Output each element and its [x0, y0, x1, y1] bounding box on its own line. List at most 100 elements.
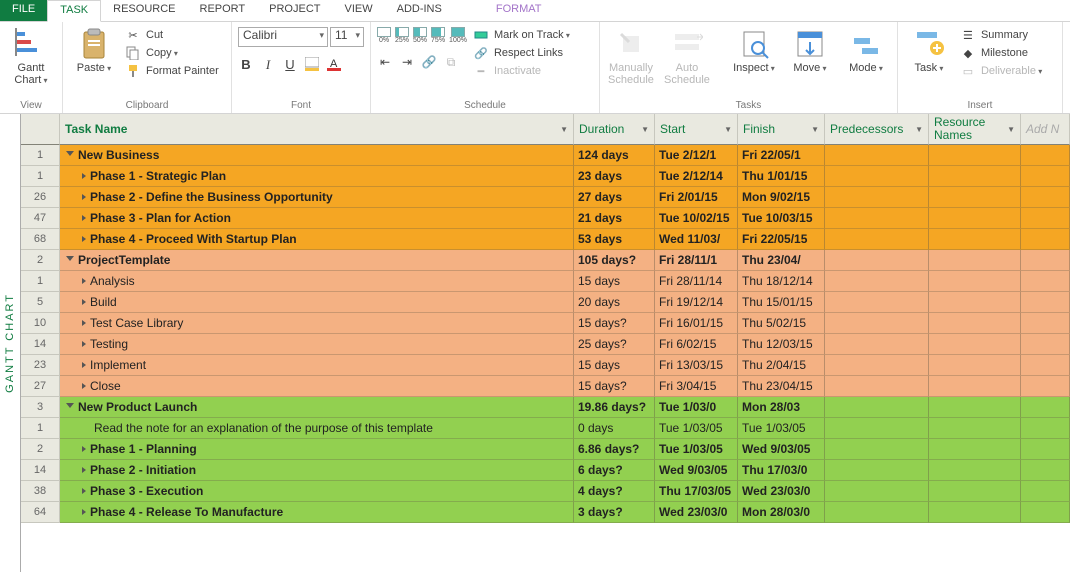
extra-cell[interactable] [1021, 166, 1070, 187]
fill-color-button[interactable] [304, 57, 320, 74]
finish-cell[interactable]: Thu 18/12/14 [738, 271, 825, 292]
font-name-select[interactable]: Calibri [238, 27, 328, 47]
resource-cell[interactable] [929, 229, 1021, 250]
resource-cell[interactable] [929, 502, 1021, 523]
finish-cell[interactable]: Thu 12/03/15 [738, 334, 825, 355]
resource-cell[interactable] [929, 166, 1021, 187]
duration-cell[interactable]: 6 days? [574, 460, 655, 481]
start-cell[interactable]: Tue 1/03/05 [655, 418, 738, 439]
expand-icon[interactable] [82, 362, 86, 368]
tab-file[interactable]: FILE [0, 0, 47, 21]
tab-task[interactable]: TASK [47, 0, 101, 22]
resource-cell[interactable] [929, 460, 1021, 481]
deliverable-button[interactable]: ▭Deliverable [960, 63, 1056, 79]
extra-cell[interactable] [1021, 334, 1070, 355]
table-row[interactable]: 23Implement15 daysFri 13/03/15Thu 2/04/1… [21, 355, 1070, 376]
start-cell[interactable]: Fri 28/11/14 [655, 271, 738, 292]
task-name-cell[interactable]: Phase 1 - Planning [60, 439, 574, 460]
table-row[interactable]: 3New Product Launch19.86 days?Tue 1/03/0… [21, 397, 1070, 418]
milestone-button[interactable]: ◆Milestone [960, 45, 1056, 61]
predecessors-cell[interactable] [825, 271, 929, 292]
extra-cell[interactable] [1021, 481, 1070, 502]
predecessors-cell[interactable] [825, 355, 929, 376]
predecessors-cell[interactable] [825, 208, 929, 229]
table-row[interactable]: 1New Business124 daysTue 2/12/1Fri 22/05… [21, 145, 1070, 166]
percent-0-button[interactable]: 0% [377, 27, 391, 44]
predecessors-cell[interactable] [825, 397, 929, 418]
resource-cell[interactable] [929, 292, 1021, 313]
predecessors-cell[interactable] [825, 292, 929, 313]
task-name-cell[interactable]: Phase 4 - Release To Manufacture [60, 502, 574, 523]
table-row[interactable]: 38Phase 3 - Execution4 days?Thu 17/03/05… [21, 481, 1070, 502]
row-number[interactable]: 27 [21, 376, 60, 397]
row-number[interactable]: 1 [21, 166, 60, 187]
duration-cell[interactable]: 15 days [574, 271, 655, 292]
insert-task-button[interactable]: Task [904, 24, 954, 74]
resource-cell[interactable] [929, 187, 1021, 208]
start-cell[interactable]: Thu 17/03/05 [655, 481, 738, 502]
manually-schedule-button[interactable]: Manually Schedule [606, 24, 656, 86]
task-name-cell[interactable]: Test Case Library [60, 313, 574, 334]
start-cell[interactable]: Tue 10/02/15 [655, 208, 738, 229]
duration-cell[interactable]: 21 days [574, 208, 655, 229]
task-name-cell[interactable]: Phase 3 - Execution [60, 481, 574, 502]
move-button[interactable]: Move [785, 24, 835, 74]
extra-cell[interactable] [1021, 313, 1070, 334]
underline-button[interactable]: U [282, 57, 298, 74]
row-number[interactable]: 10 [21, 313, 60, 334]
task-name-cell[interactable]: Phase 1 - Strategic Plan [60, 166, 574, 187]
finish-cell[interactable]: Tue 1/03/05 [738, 418, 825, 439]
task-name-cell[interactable]: Phase 4 - Proceed With Startup Plan [60, 229, 574, 250]
expand-icon[interactable] [82, 236, 86, 242]
row-number[interactable]: 1 [21, 145, 60, 166]
duration-cell[interactable]: 53 days [574, 229, 655, 250]
duration-cell[interactable]: 15 days [574, 355, 655, 376]
extra-cell[interactable] [1021, 502, 1070, 523]
mode-button[interactable]: Mode [841, 24, 891, 74]
expand-icon[interactable] [82, 278, 86, 284]
extra-cell[interactable] [1021, 250, 1070, 271]
format-painter-button[interactable]: Format Painter [125, 63, 225, 79]
gantt-chart-button[interactable]: Gantt Chart [6, 24, 56, 86]
respect-links-button[interactable]: 🔗Respect Links [473, 45, 593, 61]
finish-cell[interactable]: Thu 15/01/15 [738, 292, 825, 313]
finish-cell[interactable]: Thu 17/03/0 [738, 460, 825, 481]
indent-icon[interactable]: ⇥ [399, 54, 415, 70]
extra-cell[interactable] [1021, 229, 1070, 250]
extra-cell[interactable] [1021, 292, 1070, 313]
duration-cell[interactable]: 15 days? [574, 313, 655, 334]
duration-cell[interactable]: 3 days? [574, 502, 655, 523]
predecessors-cell[interactable] [825, 439, 929, 460]
table-row[interactable]: 2Phase 1 - Planning6.86 days?Tue 1/03/05… [21, 439, 1070, 460]
table-row[interactable]: 27Close15 days?Fri 3/04/15Thu 23/04/15 [21, 376, 1070, 397]
outdent-icon[interactable]: ⇤ [377, 54, 393, 70]
predecessors-cell[interactable] [825, 418, 929, 439]
duration-cell[interactable]: 124 days [574, 145, 655, 166]
tab-report[interactable]: REPORT [188, 0, 258, 21]
start-cell[interactable]: Fri 3/04/15 [655, 376, 738, 397]
row-number[interactable]: 14 [21, 460, 60, 481]
font-color-button[interactable]: A [326, 57, 342, 74]
task-name-cell[interactable]: Phase 2 - Initiation [60, 460, 574, 481]
unlink-icon[interactable]: ⧉ [443, 54, 459, 70]
percent-25-button[interactable]: 25% [395, 27, 409, 44]
expand-icon[interactable] [82, 383, 86, 389]
expand-icon[interactable] [82, 215, 86, 221]
duration-cell[interactable]: 23 days [574, 166, 655, 187]
start-cell[interactable]: Fri 2/01/15 [655, 187, 738, 208]
finish-cell[interactable]: Mon 9/02/15 [738, 187, 825, 208]
font-size-select[interactable]: 11 [330, 27, 364, 47]
duration-cell[interactable]: 25 days? [574, 334, 655, 355]
table-row[interactable]: 64Phase 4 - Release To Manufacture3 days… [21, 502, 1070, 523]
row-number[interactable]: 14 [21, 334, 60, 355]
task-name-cell[interactable]: New Business [60, 145, 574, 166]
duration-cell[interactable]: 27 days [574, 187, 655, 208]
expand-icon[interactable] [82, 299, 86, 305]
finish-cell[interactable]: Fri 22/05/1 [738, 145, 825, 166]
predecessors-cell[interactable] [825, 376, 929, 397]
start-cell[interactable]: Tue 1/03/0 [655, 397, 738, 418]
row-number[interactable]: 1 [21, 418, 60, 439]
task-name-cell[interactable]: Implement [60, 355, 574, 376]
summary-button[interactable]: ☰Summary [960, 27, 1056, 43]
tab-addins[interactable]: ADD-INS [385, 0, 454, 21]
